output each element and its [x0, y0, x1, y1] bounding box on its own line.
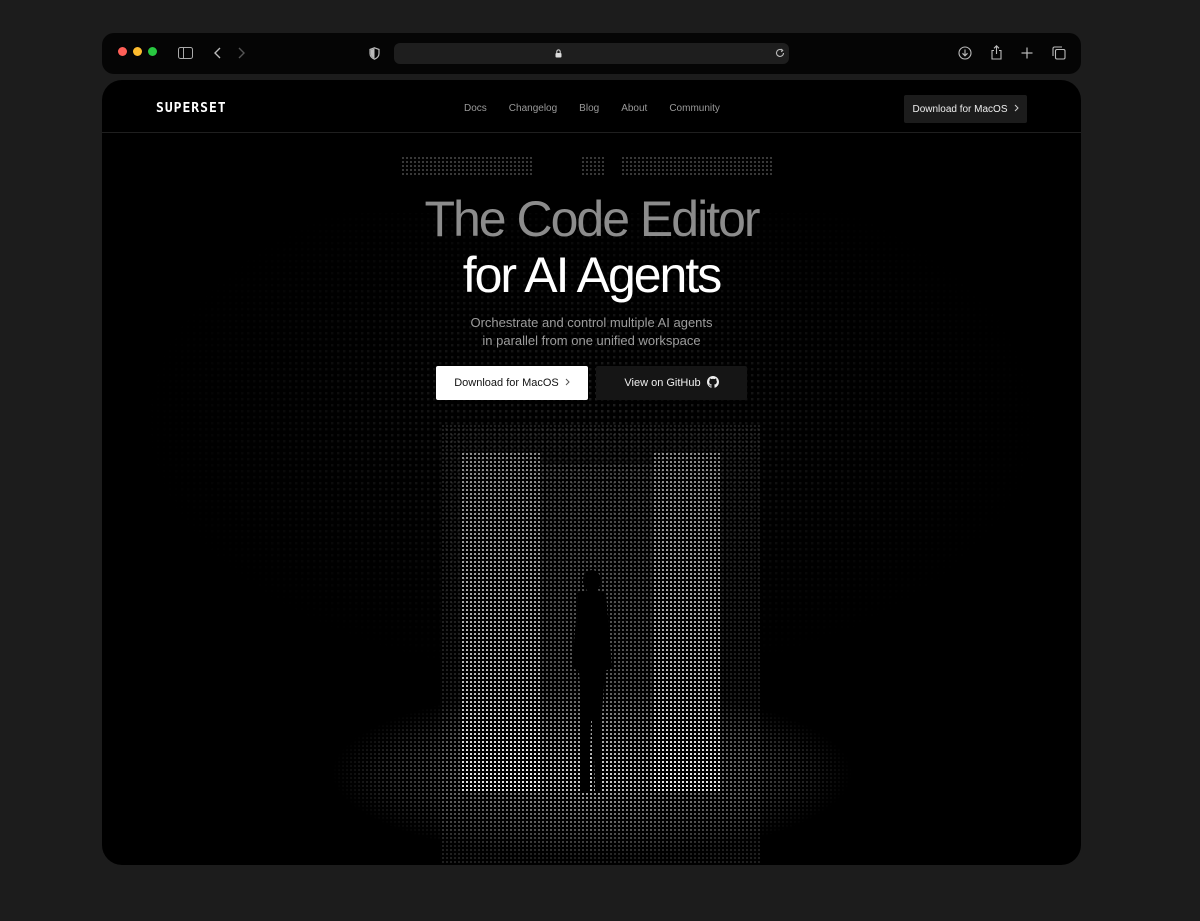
address-bar[interactable] [394, 43, 789, 64]
chevron-right-icon [1014, 104, 1019, 115]
hero-subtitle-line1: Orchestrate and control multiple AI agen… [470, 315, 713, 330]
share-icon[interactable] [988, 44, 1004, 61]
close-window-button[interactable] [118, 47, 127, 56]
lock-icon [553, 48, 563, 59]
github-icon [706, 375, 719, 391]
download-icon[interactable] [957, 45, 973, 61]
nav-links: Docs Changelog Blog About Community [464, 103, 742, 114]
nav-download-button[interactable]: Download for MacOS [904, 95, 1027, 123]
shield-icon[interactable] [367, 45, 381, 61]
nav-link-docs[interactable]: Docs [464, 103, 487, 114]
nav-link-changelog[interactable]: Changelog [509, 103, 557, 114]
github-button-label: View on GitHub [624, 377, 701, 389]
site-navbar: SUPERSET Docs Changelog Blog About Commu… [102, 80, 1081, 133]
nav-link-about[interactable]: About [621, 103, 647, 114]
nav-link-community[interactable]: Community [669, 103, 720, 114]
download-button-label: Download for MacOS [454, 377, 559, 389]
chevron-right-icon [565, 377, 570, 389]
nav-link-blog[interactable]: Blog [579, 103, 599, 114]
nav-download-label: Download for MacOS [912, 103, 1008, 115]
sidebar-icon[interactable] [177, 46, 193, 60]
hero-title-line1: The Code Editor [424, 191, 760, 247]
hero-subtitle-line2: in parallel from one unified workspace [482, 333, 701, 348]
reload-icon[interactable] [774, 47, 786, 59]
forward-icon[interactable] [236, 46, 248, 60]
hero-title-line2: for AI Agents [462, 247, 723, 303]
download-macos-button[interactable]: Download for MacOS [436, 366, 588, 400]
new-tab-icon[interactable] [1020, 45, 1034, 60]
website-viewport: SUPERSET Docs Changelog Blog About Commu… [102, 80, 1081, 865]
view-github-button[interactable]: View on GitHub [596, 366, 747, 400]
minimize-window-button[interactable] [133, 47, 142, 56]
back-icon[interactable] [211, 46, 223, 60]
superset-logo[interactable]: SUPERSET [156, 101, 227, 116]
tabs-overview-icon[interactable] [1051, 45, 1067, 61]
maximize-window-button[interactable] [148, 47, 157, 56]
